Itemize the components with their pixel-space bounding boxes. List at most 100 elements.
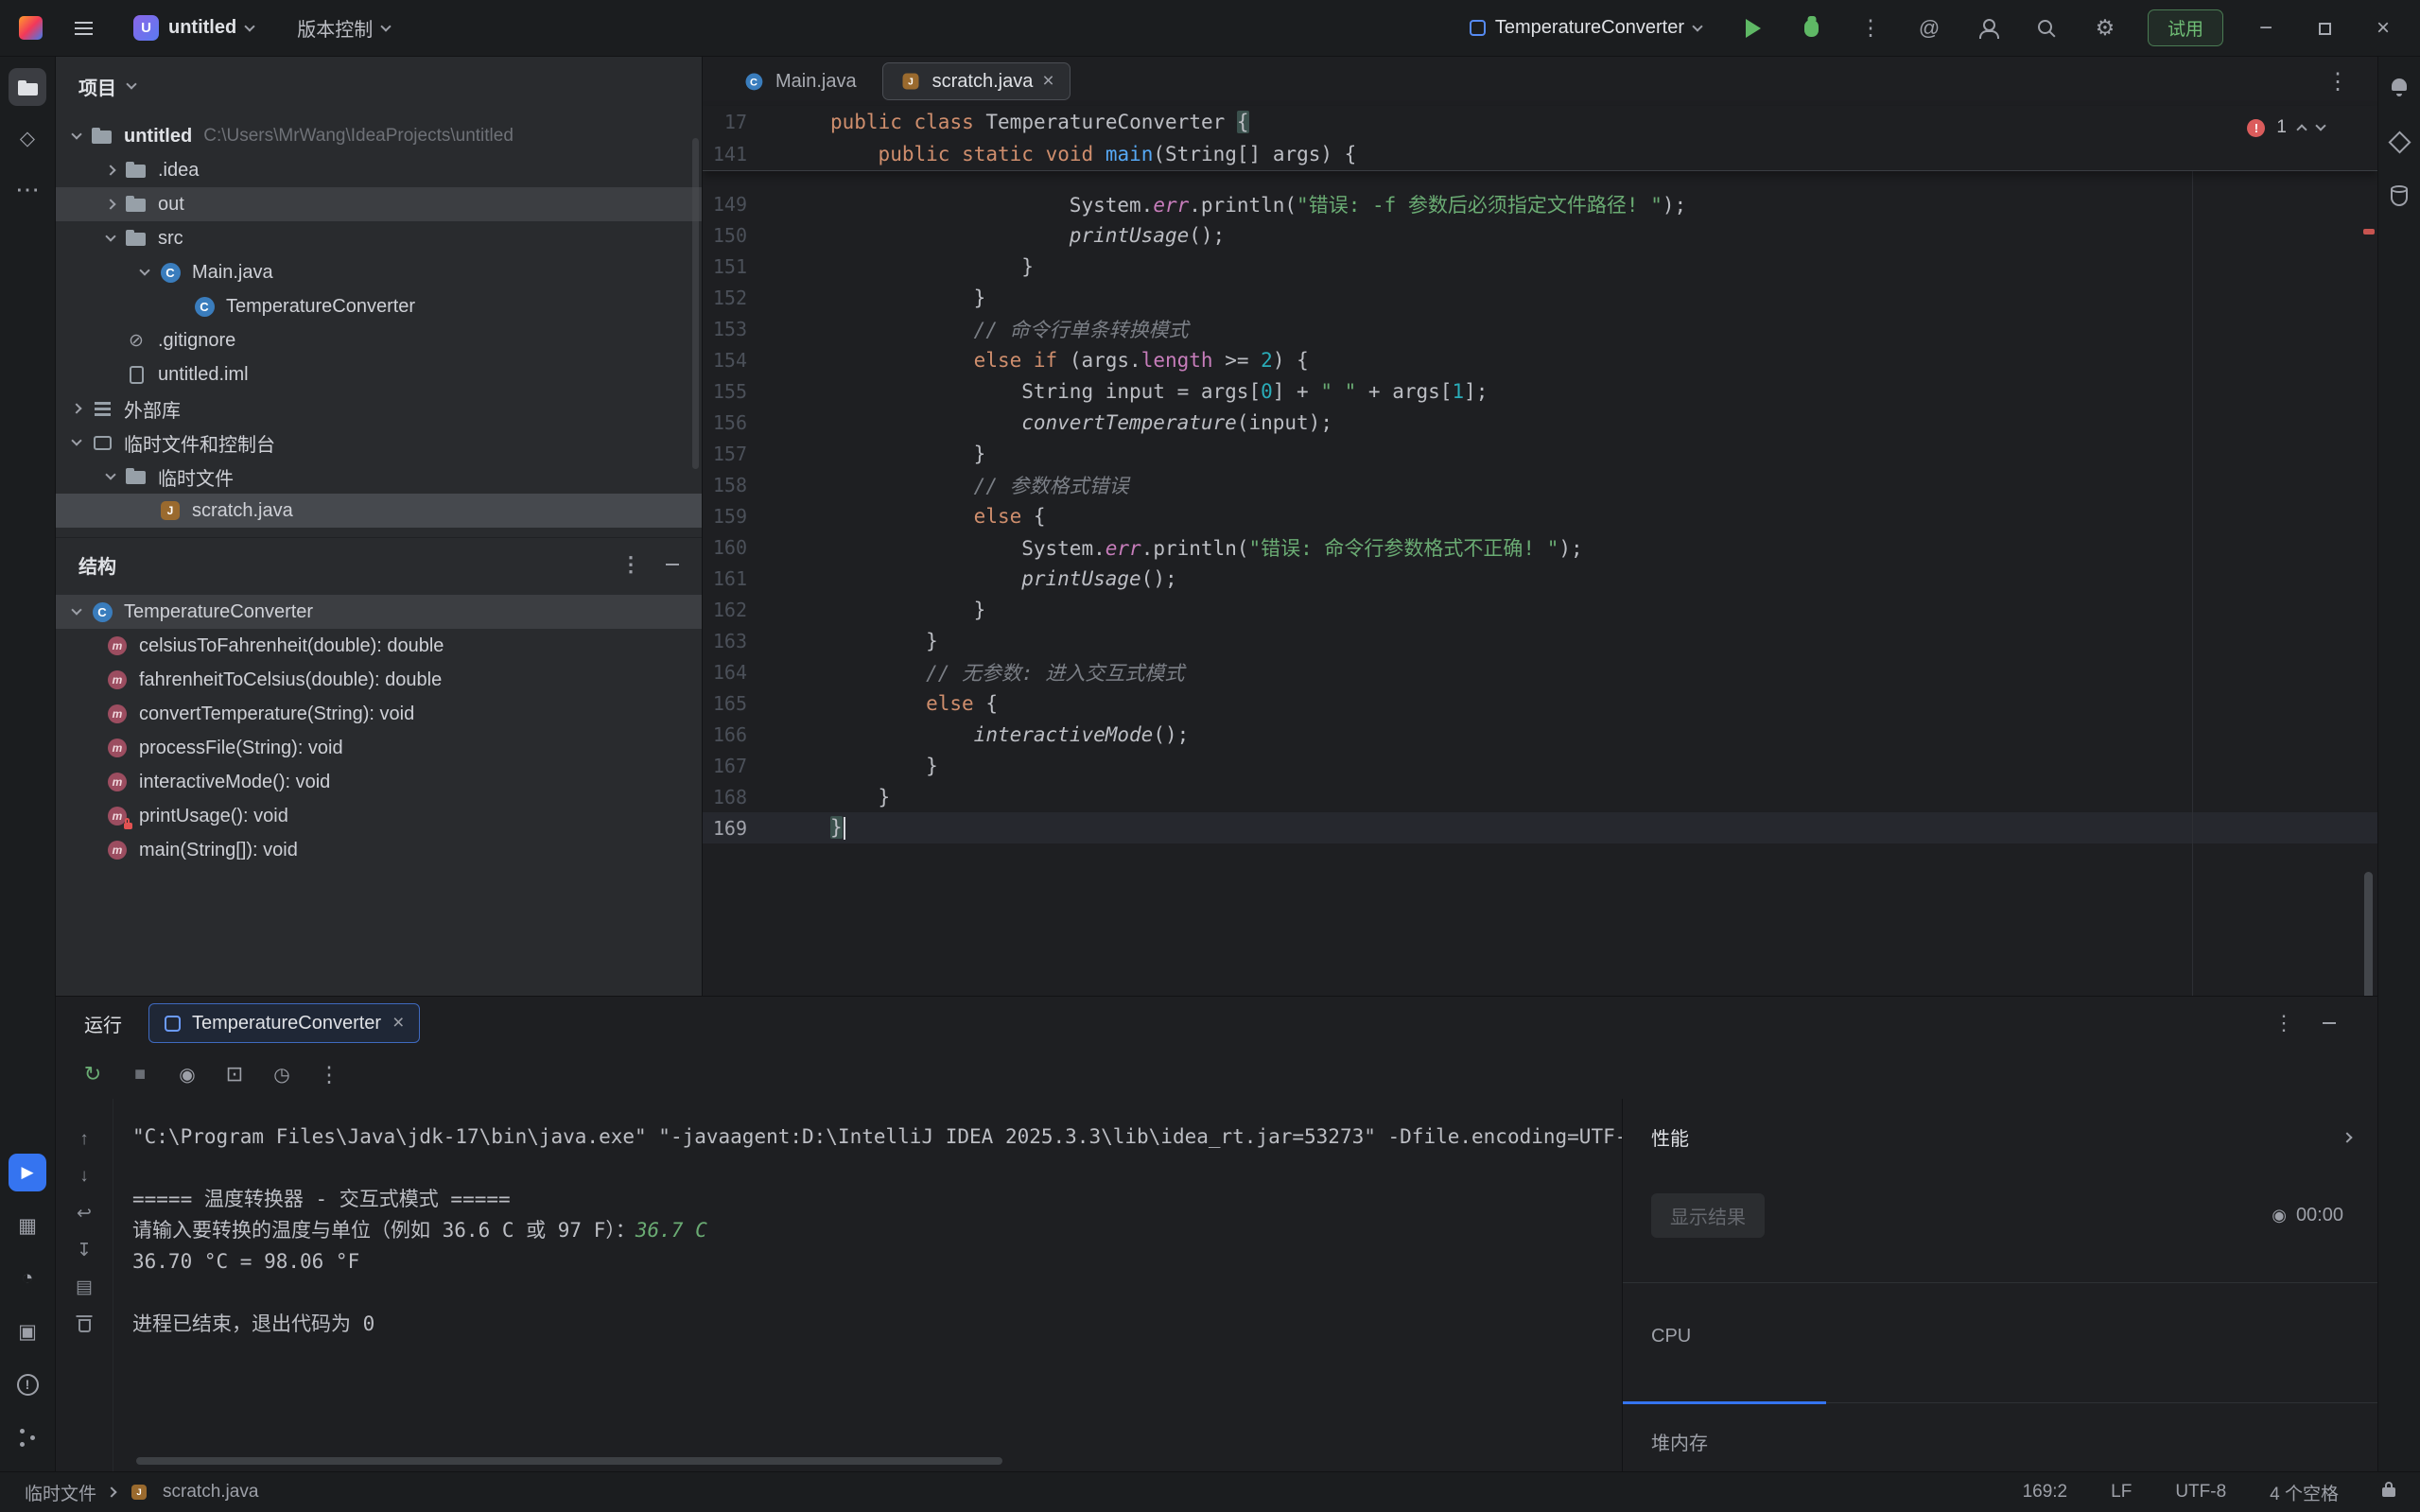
chevron-right-icon[interactable] (97, 166, 124, 174)
tree-row[interactable]: scratch.java (56, 494, 702, 528)
chevron-down-icon[interactable] (97, 475, 124, 478)
run-more-icon[interactable]: ⋮ (2273, 1011, 2294, 1035)
code-line[interactable]: 17public class TemperatureConverter { (703, 106, 2377, 138)
code-line[interactable]: 149System.err.println("错误: -f 参数后必须指定文件路… (703, 188, 2377, 219)
code-line[interactable]: 162} (703, 594, 2377, 625)
structure-item[interactable]: printUsage(): void (56, 799, 702, 833)
version-control-icon[interactable] (9, 1418, 46, 1456)
tree-row[interactable]: out (56, 187, 702, 221)
code-line[interactable]: 154else if (args.length >= 2) { (703, 344, 2377, 375)
console-output[interactable]: "C:\Program Files\Java\jdk-17\bin\java.e… (113, 1099, 1622, 1471)
code-line[interactable]: 155String input = args[0] + " " + args[1… (703, 375, 2377, 407)
structure-more-icon[interactable]: ⋮ (620, 552, 641, 577)
project-icon[interactable] (9, 68, 46, 106)
run-config-widget[interactable]: TemperatureConverter (1460, 9, 1711, 47)
code-line[interactable]: 167} (703, 750, 2377, 781)
chevron-down-icon[interactable] (126, 78, 136, 89)
run-icon[interactable] (9, 1154, 46, 1191)
code-line[interactable]: 157} (703, 438, 2377, 469)
tab-scratch-java[interactable]: scratch.java (882, 62, 1071, 100)
breadcrumb-item[interactable]: 临时文件 (25, 1480, 96, 1505)
show-results-button[interactable]: 显示结果 (1651, 1193, 1765, 1238)
chevron-down-icon[interactable] (63, 134, 90, 138)
tree-row[interactable]: Main.java (56, 255, 702, 289)
project-widget[interactable]: U untitled (124, 9, 263, 47)
code-line[interactable]: 161printUsage(); (703, 563, 2377, 594)
code-line[interactable]: 156convertTemperature(input); (703, 407, 2377, 438)
run-config-tab[interactable]: TemperatureConverter (148, 1003, 420, 1043)
problems-icon[interactable] (9, 1365, 46, 1403)
dump-icon[interactable] (220, 1060, 249, 1088)
tree-row[interactable]: untitledC:\Users\MrWang\IdeaProjects\unt… (56, 119, 702, 153)
tree-row[interactable]: 临时文件 (56, 460, 702, 494)
tree-row[interactable]: untitled.iml (56, 357, 702, 391)
clear-icon[interactable] (72, 1312, 96, 1336)
chevron-right-icon[interactable] (63, 405, 90, 412)
structure-item[interactable]: processFile(String): void (56, 731, 702, 765)
terminal-icon[interactable] (9, 1312, 46, 1350)
code-line[interactable]: 150printUsage(); (703, 219, 2377, 251)
main-menu-icon[interactable] (67, 12, 99, 44)
tree-row[interactable]: 临时文件和控制台 (56, 426, 702, 460)
tree-row[interactable]: 外部库 (56, 391, 702, 426)
console-hscrollbar[interactable] (136, 1457, 1002, 1465)
tabs-more-icon[interactable]: ⋮ (2326, 68, 2349, 96)
breadcrumb-item[interactable]: scratch.java (163, 1482, 258, 1503)
caret-position[interactable]: 169:2 (2023, 1482, 2068, 1503)
window-minimize-button[interactable]: − (2250, 15, 2282, 42)
ai-prompt-icon[interactable]: @ (1913, 12, 1945, 44)
close-icon[interactable] (392, 1012, 404, 1034)
chevron-down-icon[interactable] (2315, 120, 2325, 130)
structure-item[interactable]: interactiveMode(): void (56, 765, 702, 799)
profile-icon[interactable] (268, 1060, 296, 1088)
debug-button[interactable] (1796, 12, 1828, 44)
more-icon[interactable] (9, 170, 46, 208)
services-icon[interactable] (9, 1207, 46, 1244)
database-icon[interactable] (2380, 178, 2418, 216)
scrollend-icon[interactable] (72, 1238, 96, 1262)
hide-panel-icon[interactable] (666, 564, 679, 565)
readonly-lock-icon[interactable] (2382, 1487, 2395, 1497)
snapshot-icon[interactable] (173, 1060, 201, 1088)
more-actions-button[interactable]: ⋮ (1854, 12, 1887, 44)
code-line[interactable]: 164// 无参数: 进入交互式模式 (703, 656, 2377, 687)
notifications-icon[interactable] (2380, 68, 2418, 106)
structure-item[interactable]: convertTemperature(String): void (56, 697, 702, 731)
code-line[interactable]: 159else { (703, 500, 2377, 531)
code-line[interactable]: 158// 参数格式错误 (703, 469, 2377, 500)
code-with-me-icon[interactable] (1972, 12, 2004, 44)
window-close-button[interactable]: × (2367, 15, 2399, 42)
editor-scrollbar[interactable] (2364, 872, 2373, 996)
commit-icon[interactable] (9, 119, 46, 157)
more-icon[interactable] (315, 1060, 343, 1088)
profiler-icon[interactable] (9, 1260, 46, 1297)
search-everywhere-icon[interactable] (2030, 12, 2063, 44)
softwrap-icon[interactable] (72, 1201, 96, 1225)
structure-item[interactable]: fahrenheitToCelsius(double): double (56, 663, 702, 697)
print-icon[interactable] (72, 1275, 96, 1299)
tree-row[interactable]: src (56, 221, 702, 255)
chevron-down-icon[interactable] (131, 270, 158, 274)
structure-item[interactable]: main(String[]): void (56, 833, 702, 867)
code-line[interactable]: 151} (703, 251, 2377, 282)
code-line[interactable]: 153// 命令行单条转换模式 (703, 313, 2377, 344)
code-line[interactable]: 168} (703, 781, 2377, 812)
rerun-icon[interactable] (78, 1060, 107, 1088)
chevron-down-icon[interactable] (63, 610, 90, 614)
vcs-widget[interactable]: 版本控制 (287, 9, 399, 47)
error-stripe-mark[interactable] (2363, 229, 2375, 235)
trial-badge[interactable]: 试用 (2148, 9, 2223, 46)
chevron-down-icon[interactable] (97, 236, 124, 240)
chevron-down-icon[interactable] (63, 441, 90, 444)
code-line[interactable]: 160System.err.println("错误: 命令行参数格式不正确! "… (703, 531, 2377, 563)
code-line[interactable]: 152} (703, 282, 2377, 313)
indent-style[interactable]: 4 个空格 (2270, 1480, 2339, 1505)
chevron-right-icon[interactable] (97, 200, 124, 208)
ai-assistant-icon[interactable] (2380, 123, 2418, 161)
window-maximize-button[interactable] (2308, 15, 2341, 42)
code-line[interactable]: 169} (703, 812, 2377, 843)
tab-main-java[interactable]: Main.java (725, 62, 873, 100)
code-line[interactable]: 163} (703, 625, 2377, 656)
chevron-up-icon[interactable] (2296, 124, 2307, 134)
run-button[interactable] (1737, 12, 1769, 44)
